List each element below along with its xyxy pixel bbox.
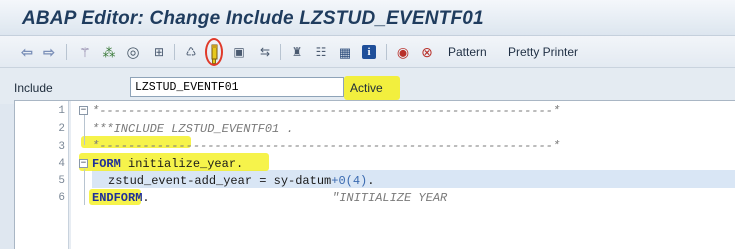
back-arrow-icon[interactable]: ⇦: [18, 43, 36, 61]
wand-icon[interactable]: ⚚: [76, 43, 94, 61]
network-icon[interactable]: ⇆: [256, 43, 274, 61]
where-used-icon[interactable]: ⊞: [150, 43, 168, 61]
collapse-icon[interactable]: −: [79, 159, 88, 168]
code-line: *---------------------------------------…: [77, 139, 735, 156]
edit-pencil-glyph: [211, 44, 218, 60]
code-text: *---------------------------------------…: [92, 104, 561, 118]
code-line: ***INCLUDE LZSTUD_EVENTF01 .: [77, 122, 735, 139]
pretty-printer-button[interactable]: Pretty Printer: [508, 45, 578, 59]
code-fragment: initialize_year.: [120, 157, 244, 171]
code-line: ENDFORM. "INITIALIZE YEAR: [77, 191, 735, 208]
code-text: FORM initialize_year.: [92, 157, 243, 172]
line-number: 4: [58, 158, 65, 170]
breakpoint-icon[interactable]: ◉: [394, 43, 412, 61]
line-number: 5: [58, 175, 65, 187]
object-list-icon[interactable]: ⁂: [100, 43, 118, 61]
window-title: ABAP Editor: Change Include LZSTUD_EVENT…: [22, 8, 484, 29]
keyword: ENDFORM: [92, 191, 143, 205]
toolbar-separator: [386, 44, 387, 60]
include-field[interactable]: LZSTUD_EVENTF01: [130, 77, 344, 97]
sap-window: ABAP Editor: Change Include LZSTUD_EVENT…: [0, 0, 735, 249]
title-bar: ABAP Editor: Change Include LZSTUD_EVENT…: [0, 0, 735, 36]
include-label: Include: [14, 81, 53, 95]
pattern-button[interactable]: Pattern: [448, 45, 487, 59]
line-number: 3: [58, 141, 65, 153]
tree-icon[interactable]: ♜: [288, 43, 306, 61]
code-text: zstud_event-add_year = sy-datum+0(4).: [108, 174, 374, 189]
code-comment: "INITIALIZE YEAR: [332, 191, 448, 205]
line-number: 1: [58, 105, 65, 117]
code-text: *---------------------------------------…: [92, 139, 561, 153]
toolbar-separator: [280, 44, 281, 60]
code-line: − *-------------------------------------…: [77, 104, 735, 121]
code-fragment: zstud_event-add_year = sy-datum: [108, 174, 332, 188]
forward-arrow-icon[interactable]: ⇨: [40, 43, 58, 61]
spiral-icon[interactable]: ◎: [124, 43, 142, 61]
delete-breakpoint-icon[interactable]: ⊗: [418, 43, 436, 61]
screen-icon[interactable]: ▣: [230, 43, 248, 61]
grid-icon[interactable]: ▦: [336, 43, 354, 61]
line-number: 6: [58, 192, 65, 204]
code-line: zstud_event-add_year = sy-datum+0(4).: [77, 174, 735, 191]
hierarchy-icon[interactable]: ☷: [312, 43, 330, 61]
line-number: 2: [58, 123, 65, 135]
gutter-divider: [68, 101, 71, 249]
code-fragment: +0(4): [331, 174, 368, 188]
code-editor[interactable]: 1 2 3 4 5 6 − *-------------------------…: [14, 100, 735, 249]
toolbar-separator: [174, 44, 175, 60]
code-line: − FORM initialize_year.: [77, 157, 735, 174]
code-fragment: .: [142, 191, 150, 205]
toolbar-separator: [66, 44, 67, 60]
application-toolbar: ⇦ ⇨ ⚚ ⁂ ◎ ⊞ ♺ ▣ ⇆ ♜ ☷ ▦ i ◉ ⊗ Pattern Pr…: [0, 36, 735, 68]
code-fragment: .: [367, 174, 375, 188]
code-text: ENDFORM.: [92, 191, 150, 206]
where-used-list-icon[interactable]: ♺: [182, 43, 200, 61]
status-text: Active: [350, 81, 383, 95]
collapse-icon[interactable]: −: [79, 106, 88, 115]
code-text: ***INCLUDE LZSTUD_EVENTF01 .: [92, 122, 294, 136]
keyword: FORM: [92, 157, 121, 171]
info-icon[interactable]: i: [362, 45, 376, 59]
